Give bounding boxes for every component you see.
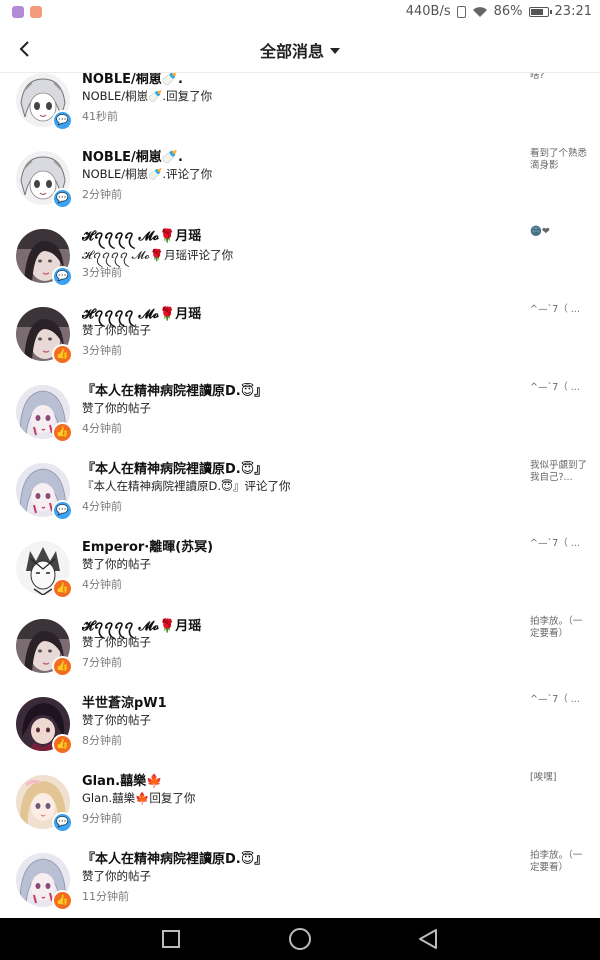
message-time: 11分钟前 [82,890,129,903]
sender-name[interactable]: Glan.囍樂🍁 [82,770,162,789]
comment-icon: 💬 [52,188,73,209]
message-item[interactable]: 💬 NOBLE/桐崽🍼. NOBLE/桐崽🍼.回复了你 41秒前 啥? [0,73,600,138]
message-time: 41秒前 [82,110,118,123]
page-title-label: 全部消息 [259,42,324,61]
message-time: 8分钟前 [82,734,122,747]
comment-icon: 💬 [52,500,73,521]
comment-icon: 💬 [52,266,73,287]
triangle-back-icon [419,929,437,949]
wifi-icon [472,6,488,18]
sender-name[interactable]: 『本人在精神病院裡讀原D.😇』 [82,458,267,477]
net-speed: 440B/s [405,4,451,19]
vibrate-icon [456,5,466,18]
post-preview[interactable]: 🌚❤ [530,226,590,238]
post-preview[interactable]: ^—`7（ ... [530,538,590,550]
square-icon [162,930,180,948]
thumbs-up-icon: 👍 [52,344,73,365]
battery-icon [528,6,552,17]
message-action: 赞了你的帖子 [82,323,151,337]
message-item[interactable]: 💬 NOBLE/桐崽🍼. NOBLE/桐崽🍼.评论了你 2分钟前 看到了个熟悉滴… [0,138,600,216]
message-item[interactable]: 💬 『本人在精神病院裡讀原D.😇』 『本人在精神病院裡讀原D.😇』评论了你 4分… [0,450,600,528]
battery-percent: 86% [493,4,523,19]
message-item[interactable]: 👍 『本人在精神病院裡讀原D.😇』 赞了你的帖子 11分钟前 拍李放。（一定要看… [0,840,600,918]
caret-down-icon [330,47,340,54]
sender-name[interactable]: NOBLE/桐崽🍼. [82,73,183,87]
thumbs-up-icon: 👍 [52,578,73,599]
message-action: Glan.囍樂🍁回复了你 [82,791,196,805]
post-preview[interactable]: ^—`7（ ... [530,304,590,316]
sender-name[interactable]: NOBLE/桐崽🍼. [82,146,183,165]
status-right: 440B/s 86% 23:21 [406,4,592,19]
thumbs-up-icon: 👍 [52,734,73,755]
message-action: NOBLE/桐崽🍼.评论了你 [82,167,213,181]
message-action: 赞了你的帖子 [82,869,151,883]
system-nav-bar [0,918,600,960]
sender-name[interactable]: 『本人在精神病院裡讀原D.😇』 [82,380,267,399]
post-preview[interactable]: 我似乎覷到了我自己?... [530,460,590,484]
recents-button[interactable] [158,926,184,952]
message-list[interactable]: 💬 NOBLE/桐崽🍼. NOBLE/桐崽🍼.回复了你 41秒前 啥? 💬 NO… [0,73,600,918]
message-time: 7分钟前 [82,656,122,669]
notification-app-icon [12,6,24,18]
circle-icon [289,928,311,950]
message-time: 4分钟前 [82,578,122,591]
sender-name[interactable]: 半世蒼涼pW1 [82,692,167,711]
comment-icon: 💬 [52,110,73,131]
message-action: NOBLE/桐崽🍼.回复了你 [82,89,213,103]
message-item[interactable]: 💬 Glan.囍樂🍁 Glan.囍樂🍁回复了你 9分钟前 [唉嘿] [0,762,600,840]
message-time: 4分钟前 [82,422,122,435]
header: 全部消息 [0,26,600,73]
home-button[interactable] [287,926,313,952]
message-time: 9分钟前 [82,812,122,825]
message-action: 『本人在精神病院裡讀原D.😇』评论了你 [82,479,291,493]
thumbs-up-icon: 👍 [52,890,73,911]
message-item[interactable]: 👍 『本人在精神病院裡讀原D.😇』 赞了你的帖子 4分钟前 ^—`7（ ... [0,372,600,450]
thumbs-up-icon: 👍 [52,422,73,443]
message-action: 赞了你的帖子 [82,401,151,415]
post-preview[interactable]: 啥? [530,73,590,82]
message-item[interactable]: 👍 𝓗ꪖꪖꪖꪖ 𝓜𝓸🌹月瑶 赞了你的帖子 7分钟前 拍李放。（一定要看） [0,606,600,684]
sender-name[interactable]: 『本人在精神病院裡讀原D.😇』 [82,848,267,867]
notification-app-icon [30,6,42,18]
message-item[interactable]: 👍 半世蒼涼pW1 赞了你的帖子 8分钟前 ^—`7（ ... [0,684,600,762]
status-bar: 440B/s 86% 23:21 [0,0,600,26]
message-time: 2分钟前 [82,188,122,201]
thumbs-up-icon: 👍 [52,656,73,677]
page-title[interactable]: 全部消息 [0,38,600,62]
message-time: 3分钟前 [82,266,122,279]
post-preview[interactable]: ^—`7（ ... [530,382,590,394]
post-preview[interactable]: ^—`7（ ... [530,694,590,706]
post-preview[interactable]: 看到了个熟悉滴身影 [530,148,590,172]
clock: 23:21 [554,4,592,19]
message-action: 赞了你的帖子 [82,557,151,571]
message-time: 4分钟前 [82,500,122,513]
system-back-button[interactable] [415,926,441,952]
comment-icon: 💬 [52,812,73,833]
sender-name[interactable]: Emperor·離暉(苏冥) [82,536,213,555]
post-preview[interactable]: 拍李放。（一定要看） [530,850,590,874]
message-item[interactable]: 👍 Emperor·離暉(苏冥) 赞了你的帖子 4分钟前 ^—`7（ ... [0,528,600,606]
message-item[interactable]: 👍 𝓗ꪖꪖꪖꪖ 𝓜𝓸🌹月瑶 赞了你的帖子 3分钟前 ^—`7（ ... [0,294,600,372]
post-preview[interactable]: 拍李放。（一定要看） [530,616,590,640]
post-preview[interactable]: [唉嘿] [530,772,590,784]
message-action: 赞了你的帖子 [82,713,151,727]
message-item[interactable]: 💬 𝓗ꪖꪖꪖꪖ 𝓜𝓸🌹月瑶 𝓗ꪖꪖꪖꪖ 𝓜𝓸🌹月瑶评论了你 3分钟前 🌚❤ [0,216,600,294]
message-time: 3分钟前 [82,344,122,357]
message-action: 赞了你的帖子 [82,635,151,649]
